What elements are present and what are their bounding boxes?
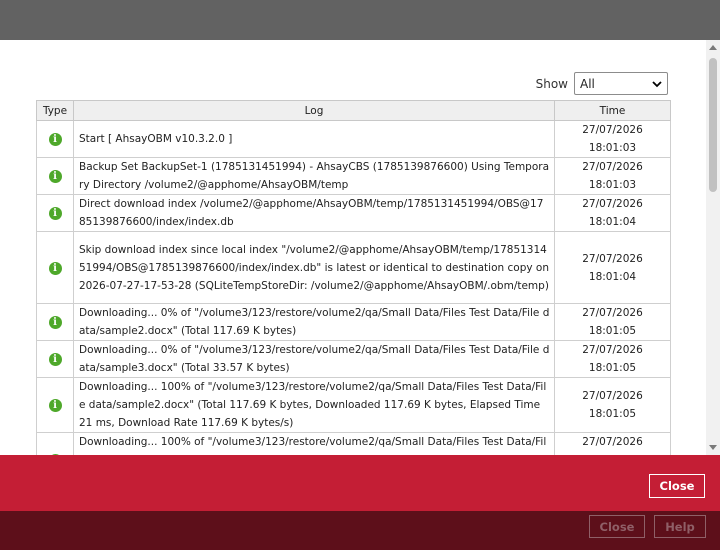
time-cell: 27/07/2026 18:01:05 (554, 303, 671, 341)
log-message: Backup Set BackupSet-1 (1785131451994) -… (79, 161, 550, 191)
info-icon: i (48, 399, 62, 412)
log-cell: Start [ AhsayOBM v10.3.2.0 ] (73, 120, 555, 158)
type-cell: i (36, 432, 74, 455)
table-row: i Downloading... 0% of "/volume3/123/res… (36, 303, 671, 341)
background-help-button: Help (654, 515, 706, 538)
filter-label: Show (535, 76, 568, 91)
table-row: i Direct download index /volume2/@apphom… (36, 194, 671, 232)
time-cell: 27/07/2026 18:01:05 (554, 377, 671, 433)
scroll-down-arrow-icon[interactable] (709, 445, 717, 450)
vertical-scrollbar[interactable] (706, 40, 720, 455)
log-level-selected-value: All (580, 76, 595, 91)
log-table-header: Type Log Time (36, 100, 671, 121)
background-dialog-footer: Close Help (0, 511, 720, 550)
scroll-up-arrow-icon[interactable] (709, 45, 717, 50)
table-row: i Downloading... 100% of "/volume3/123/r… (36, 377, 671, 433)
background-close-button: Close (589, 515, 645, 538)
log-date: 27/07/2026 (582, 252, 643, 265)
table-row: i Downloading... 0% of "/volume3/123/res… (36, 340, 671, 378)
type-cell: i (36, 303, 74, 341)
type-cell: i (36, 377, 74, 433)
table-row: i Start [ AhsayOBM v10.3.2.0 ] 27/07/202… (36, 120, 671, 158)
log-table: Type Log Time i Start [ AhsayOBM v10.3.2… (36, 100, 671, 455)
time-cell: 27/07/2026 18:01:03 (554, 157, 671, 195)
log-message: Start [ AhsayOBM v10.3.2.0 ] (79, 133, 233, 145)
log-cell: Downloading... 0% of "/volume3/123/resto… (73, 340, 555, 378)
scroll-thumb[interactable] (709, 58, 717, 192)
column-header-log: Log (73, 100, 555, 121)
log-level-select[interactable]: All (574, 72, 668, 95)
log-time: 18:01:05 (588, 408, 637, 420)
log-message: Downloading... 100% of "/volume3/123/res… (79, 436, 547, 455)
info-icon: i (48, 353, 62, 366)
log-cell: Downloading... 100% of "/volume3/123/res… (73, 377, 555, 433)
log-date: 27/07/2026 (582, 344, 643, 356)
log-cell: Downloading... 100% of "/volume3/123/res… (73, 432, 555, 455)
log-date: 27/07/2026 (582, 198, 643, 210)
log-message: Downloading... 0% of "/volume3/123/resto… (79, 344, 550, 374)
log-date: 27/07/2026 (582, 390, 643, 402)
table-row: i Downloading... 100% of "/volume3/123/r… (36, 432, 671, 455)
log-time: 18:01:05 (588, 362, 637, 374)
time-cell: 27/07/2026 18:01:05 (554, 340, 671, 378)
close-button[interactable]: Close (649, 474, 705, 498)
log-time: 18:01:04 (588, 270, 637, 283)
log-message: Downloading... 100% of "/volume3/123/res… (79, 381, 547, 429)
log-date: 27/07/2026 (582, 436, 643, 448)
column-header-type: Type (36, 100, 74, 121)
time-cell: 27/07/2026 (554, 432, 671, 455)
log-filter: Show All (536, 72, 668, 95)
info-icon: i (48, 261, 62, 275)
log-time: 18:01:03 (588, 179, 637, 191)
log-date: 27/07/2026 (582, 124, 643, 136)
log-date: 27/07/2026 (582, 307, 643, 319)
time-cell: 27/07/2026 18:01:03 (554, 120, 671, 158)
type-cell: i (36, 231, 74, 304)
log-time: 18:01:04 (588, 216, 637, 228)
log-time: 18:01:05 (588, 325, 637, 337)
type-cell: i (36, 157, 74, 195)
log-cell: Downloading... 0% of "/volume3/123/resto… (73, 303, 555, 341)
table-row: i Backup Set BackupSet-1 (1785131451994)… (36, 157, 671, 195)
log-time: 18:01:03 (588, 142, 637, 154)
info-icon: i (48, 207, 62, 220)
table-row: i Skip download index since local index … (36, 231, 671, 304)
log-date: 27/07/2026 (582, 161, 643, 173)
log-cell: Direct download index /volume2/@apphome/… (73, 194, 555, 232)
info-icon: i (48, 316, 62, 329)
chevron-down-icon (652, 80, 662, 87)
type-cell: i (36, 120, 74, 158)
time-cell: 27/07/2026 18:01:04 (554, 231, 671, 304)
log-message: Direct download index /volume2/@apphome/… (79, 198, 544, 228)
log-message: Downloading... 0% of "/volume3/123/resto… (79, 307, 550, 337)
log-cell: Backup Set BackupSet-1 (1785131451994) -… (73, 157, 555, 195)
column-header-time: Time (554, 100, 671, 121)
info-icon: i (48, 133, 62, 146)
time-cell: 27/07/2026 18:01:04 (554, 194, 671, 232)
info-icon: i (48, 170, 62, 183)
type-cell: i (36, 340, 74, 378)
log-message: Skip download index since local index "/… (79, 243, 549, 292)
report-dialog-content: Show All Type Log Time i Start [ AhsayOB… (0, 40, 720, 455)
type-cell: i (36, 194, 74, 232)
log-cell: Skip download index since local index "/… (73, 231, 555, 304)
dialog-footer: Close (0, 455, 720, 511)
window-header-bar (0, 0, 720, 40)
